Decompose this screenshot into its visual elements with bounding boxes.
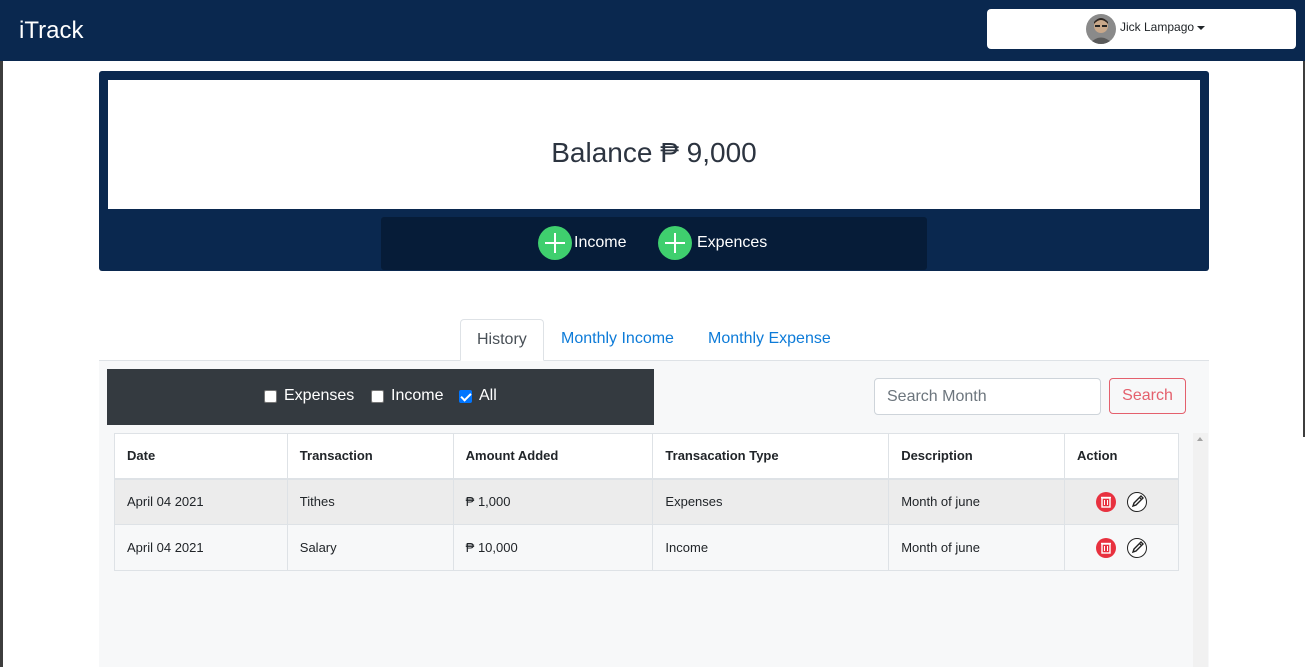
chevron-down-icon [1197,26,1205,30]
add-expense-label: Expences [697,234,768,251]
search-button[interactable]: Search [1109,378,1186,414]
history-panel: Expenses Income All Search Date Transact… [99,361,1209,667]
transactions-table: Date Transaction Amount Added Transacati… [114,433,1179,571]
income-checkbox[interactable] [371,389,384,403]
trash-icon[interactable] [1095,491,1116,512]
tab-monthly-expense[interactable]: Monthly Expense [692,319,847,361]
user-name: Jick Lampago [1120,20,1195,34]
add-income-label: Income [574,234,627,251]
balance-panel: Balance ₱ 9,000 Income Expences [99,71,1209,271]
search-month-input[interactable] [874,378,1101,415]
add-expense-button[interactable]: Expences [658,226,767,260]
trash-icon[interactable] [1095,537,1116,558]
cell-transaction: Tithes [286,478,454,525]
filter-income-label: Income [391,387,444,404]
filter-expenses[interactable]: Expenses [264,387,354,405]
pencil-icon[interactable] [1127,537,1148,558]
cell-type: Income [652,524,890,571]
cell-description: Month of june [888,524,1066,571]
table-row: April 04 2021 Tithes ₱ 1,000 Expenses Mo… [114,478,1179,525]
cell-amount: ₱ 1,000 [452,478,654,525]
col-type: Transacation Type [652,433,890,480]
brand-logo[interactable]: iTrack [19,17,83,45]
table-row: April 04 2021 Salary ₱ 10,000 Income Mon… [114,524,1179,571]
cell-actions [1064,524,1179,571]
cell-date: April 04 2021 [114,524,288,571]
cell-amount: ₱ 10,000 [452,524,654,571]
pencil-icon[interactable] [1127,491,1148,512]
cell-type: Expenses [652,478,890,525]
add-income-button[interactable]: Income [538,226,626,260]
scroll-up-arrow-icon[interactable] [1197,437,1203,441]
cell-date: April 04 2021 [114,478,288,525]
user-menu-button[interactable]: Jick Lampago [987,9,1296,49]
add-actions-bar: Income Expences [381,217,927,270]
all-checkbox[interactable] [459,389,472,403]
tab-monthly-income[interactable]: Monthly Income [545,319,690,361]
balance-text: Balance ₱ 9,000 [551,137,757,168]
top-navbar: iTrack Jick Lampago [0,0,1305,61]
filter-income[interactable]: Income [371,387,443,405]
tab-history[interactable]: History [460,319,544,361]
table-header-row: Date Transaction Amount Added Transacati… [114,433,1179,480]
col-transaction: Transaction [286,433,454,480]
left-edge-strip [0,61,3,667]
cell-actions [1064,478,1179,525]
filter-all[interactable]: All [459,387,497,405]
expenses-checkbox[interactable] [264,389,277,403]
balance-display: Balance ₱ 9,000 [108,80,1200,209]
col-action: Action [1064,433,1179,480]
filter-expenses-label: Expenses [284,387,355,404]
col-amount: Amount Added [452,433,654,480]
cell-description: Month of june [888,478,1066,525]
transactions-table-wrapper: Date Transaction Amount Added Transacati… [114,433,1179,571]
col-date: Date [114,433,288,480]
col-description: Description [888,433,1066,480]
table-scrollbar[interactable] [1193,433,1208,667]
plus-icon [538,226,572,260]
filter-bar: Expenses Income All [107,369,654,425]
filter-all-label: All [479,387,497,404]
cell-transaction: Salary [286,524,454,571]
tab-bar: History Monthly Income Monthly Expense [99,319,1209,361]
user-avatar [1086,14,1116,44]
plus-icon [658,226,692,260]
